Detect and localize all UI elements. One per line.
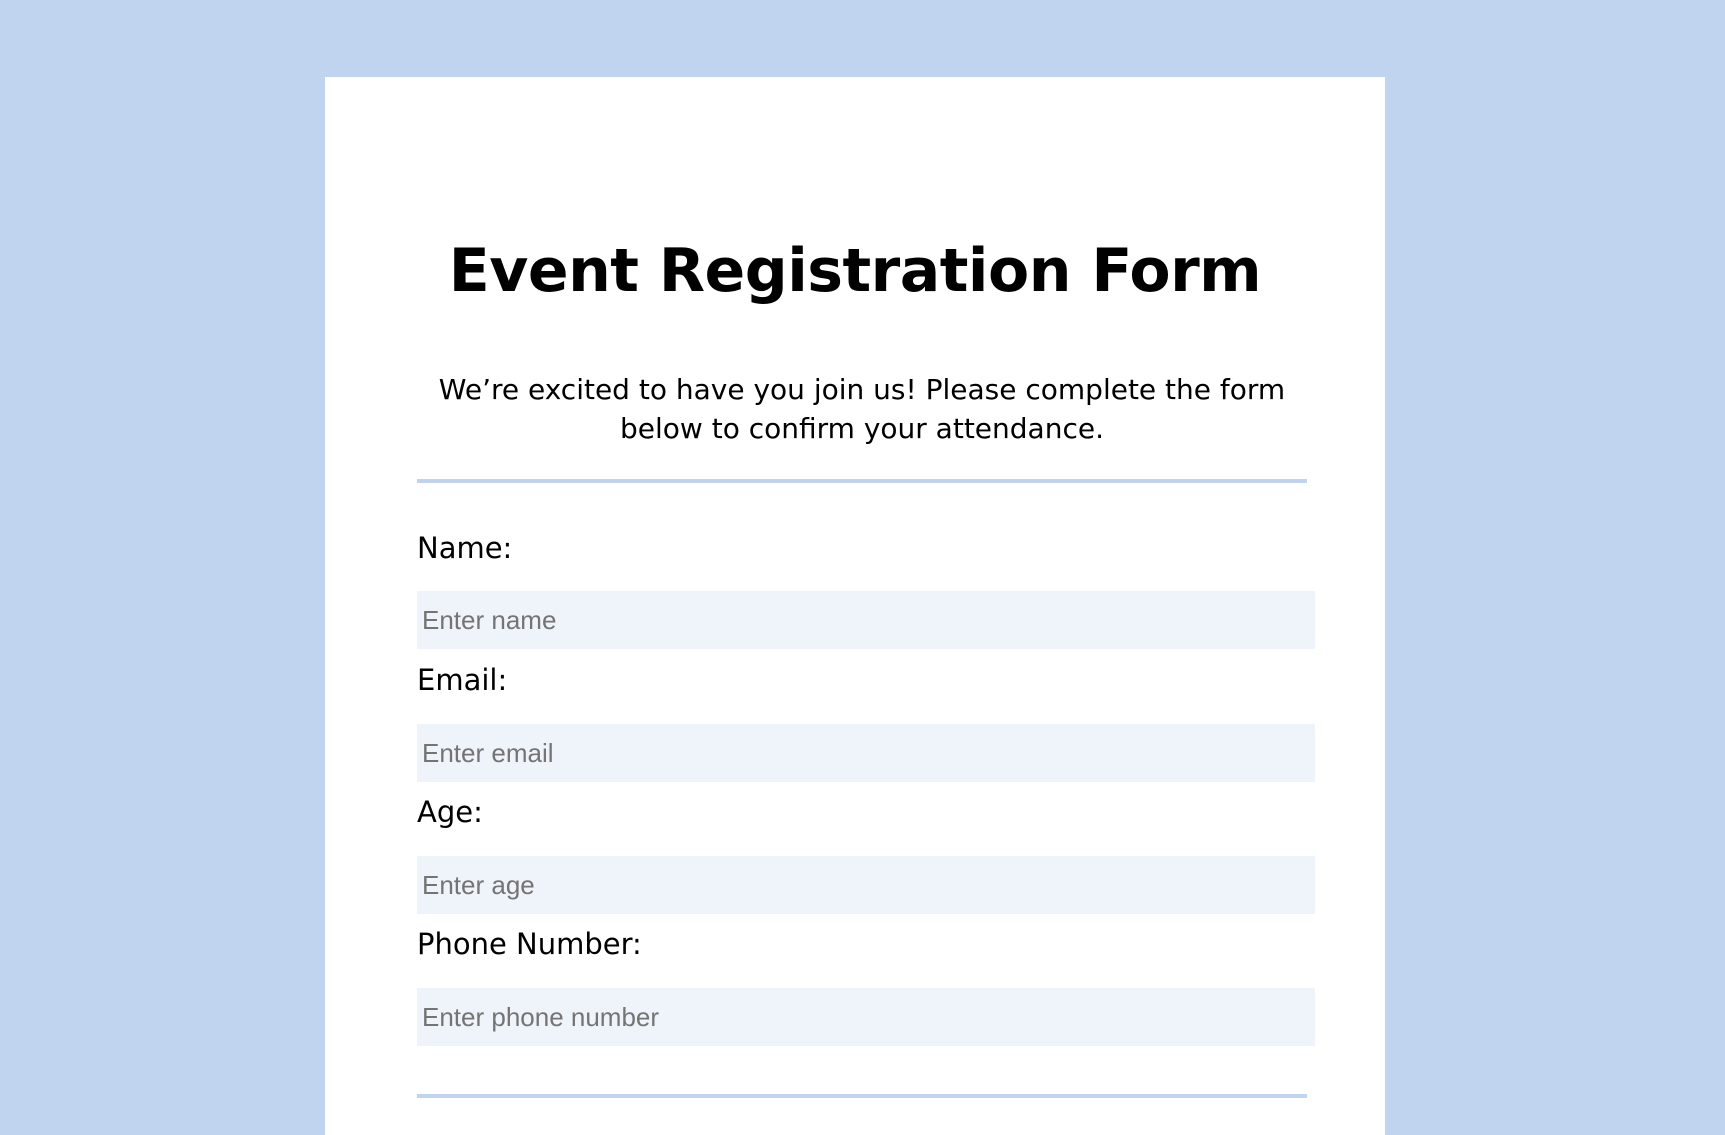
- form-title: Event Registration Form: [448, 236, 1262, 306]
- age-input[interactable]: [417, 856, 1315, 914]
- name-label: Name:: [417, 531, 513, 565]
- phone-number-label: Phone Number:: [417, 927, 642, 961]
- registration-card: Event Registration Form We’re excited to…: [325, 77, 1385, 1135]
- name-input[interactable]: [417, 591, 1315, 649]
- top-divider: [417, 479, 1307, 483]
- email-label: Email:: [417, 663, 508, 697]
- form-intro: We’re excited to have you join us! Pleas…: [438, 373, 1286, 445]
- email-input[interactable]: [417, 724, 1315, 782]
- bottom-divider: [417, 1094, 1307, 1098]
- phone-number-input[interactable]: [417, 988, 1315, 1046]
- age-label: Age:: [417, 795, 483, 829]
